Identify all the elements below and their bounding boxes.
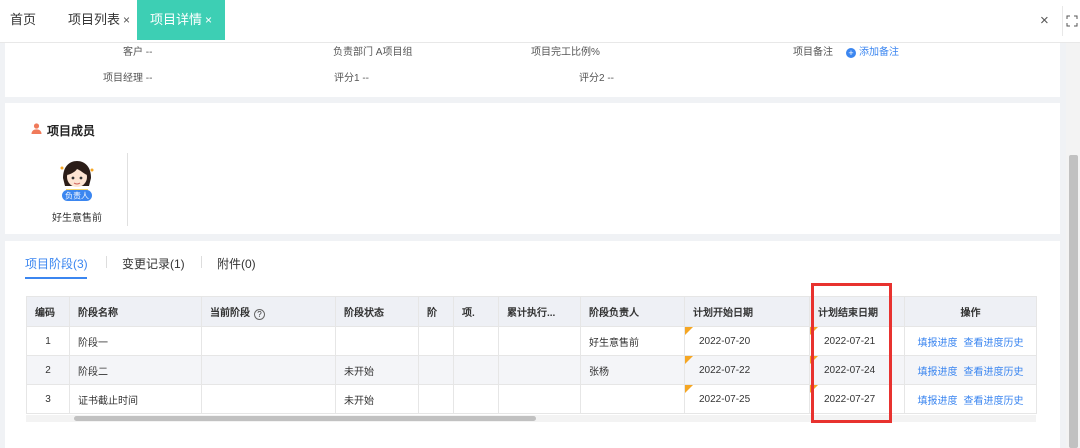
view-history-link[interactable]: 查看进度历史 xyxy=(964,367,1024,378)
cell-stage-name: 阶段二 xyxy=(69,355,202,385)
column-header[interactable]: 阶段负责人 xyxy=(580,296,685,327)
tab-project-list[interactable]: 项目列表 × xyxy=(68,0,130,40)
cell-start-date[interactable]: 2022-07-20 xyxy=(684,326,810,356)
cell xyxy=(453,326,499,356)
view-history-link[interactable]: 查看进度历史 xyxy=(964,396,1024,407)
scrollbar-thumb[interactable] xyxy=(74,416,536,421)
tab-bar: 首页 项目列表 × 项目详情 × × xyxy=(0,0,1080,43)
column-header[interactable]: 项. xyxy=(453,296,499,327)
cell-current xyxy=(201,326,336,356)
cell-status: 未开始 xyxy=(335,384,419,414)
cell-code: 3 xyxy=(26,384,70,414)
cell-actions: 填报进度 查看进度历史 xyxy=(904,355,1037,385)
tab-change-records[interactable]: 变更记录(1) xyxy=(122,255,185,272)
cell xyxy=(453,384,499,414)
customer-field: 客户 -- xyxy=(123,47,153,58)
close-all-icon[interactable]: × xyxy=(1040,12,1049,29)
department-field: 负责部门 A项目组 xyxy=(333,47,413,58)
cell-owner: 好生意售前 xyxy=(580,326,685,356)
cell-start-date[interactable]: 2022-07-25 xyxy=(684,384,810,414)
cell-current xyxy=(201,384,336,414)
fill-progress-link[interactable]: 填报进度 xyxy=(918,338,958,349)
vertical-scrollbar[interactable] xyxy=(1066,43,1080,448)
plus-icon: + xyxy=(846,48,856,58)
cell xyxy=(498,355,581,385)
column-header[interactable]: 当前阶段? xyxy=(201,296,336,327)
flag-marker xyxy=(685,356,693,364)
divider xyxy=(201,256,202,268)
cell-owner xyxy=(580,384,685,414)
scrollbar-thumb[interactable] xyxy=(1069,155,1078,448)
completion-field: 项目完工比例% xyxy=(531,47,600,58)
column-header[interactable]: 阶段名称 xyxy=(69,296,202,327)
divider xyxy=(127,153,128,226)
divider xyxy=(106,256,107,268)
column-header[interactable]: 阶段状态 xyxy=(335,296,419,327)
active-tab-indicator xyxy=(25,277,87,279)
member-name: 好生意售前 xyxy=(52,213,102,224)
cell xyxy=(418,326,454,356)
fullscreen-icon[interactable] xyxy=(1062,6,1080,36)
members-title: 项目成员 xyxy=(47,124,96,138)
tab-project-detail[interactable]: 项目详情 × xyxy=(137,0,225,40)
manager-field: 项目经理 -- xyxy=(103,73,153,84)
cell xyxy=(418,355,454,385)
tab-project-list-label: 项目列表 xyxy=(68,12,121,27)
column-header[interactable]: 累计执行... xyxy=(498,296,581,327)
cell xyxy=(498,384,581,414)
cell xyxy=(453,355,499,385)
owner-badge: 负责人 xyxy=(65,191,89,201)
column-header[interactable]: 计划开始日期 xyxy=(684,296,810,327)
member-avatar[interactable]: 负责人 xyxy=(54,156,100,202)
view-history-link[interactable]: 查看进度历史 xyxy=(964,338,1024,349)
highlight-box xyxy=(811,283,892,423)
flag-marker xyxy=(685,327,693,335)
add-note-label: 添加备注 xyxy=(859,47,899,58)
cell-status xyxy=(335,326,419,356)
score1-field: 评分1 -- xyxy=(334,73,369,84)
cell-code: 2 xyxy=(26,355,70,385)
column-header[interactable]: 编码 xyxy=(26,296,70,327)
fill-progress-link[interactable]: 填报进度 xyxy=(918,367,958,378)
project-info-panel: 客户 -- 负责部门 A项目组 项目完工比例% 项目备注 + 添加备注 项目经理 … xyxy=(5,43,1060,97)
tab-home[interactable]: 首页 xyxy=(10,0,36,40)
cell xyxy=(418,384,454,414)
cell-stage-name: 阶段一 xyxy=(69,326,202,356)
stages-panel: 项目阶段(3) 变更记录(1) 附件(0) 编码 阶段名称 当前阶段? 阶段状态… xyxy=(5,241,1060,448)
close-icon[interactable]: × xyxy=(205,13,212,27)
cell-current xyxy=(201,355,336,385)
cell-actions: 填报进度 查看进度历史 xyxy=(904,384,1037,414)
tab-attachments[interactable]: 附件(0) xyxy=(217,255,256,272)
column-header[interactable]: 阶 xyxy=(418,296,454,327)
cell xyxy=(498,326,581,356)
project-members-panel: 项目成员 负责人 好生意售前 xyxy=(5,103,1060,234)
add-note-button[interactable]: + 添加备注 xyxy=(846,43,899,58)
help-icon[interactable]: ? xyxy=(254,308,265,320)
column-header: 操作 xyxy=(904,296,1037,327)
cell-actions: 填报进度 查看进度历史 xyxy=(904,326,1037,356)
cell-code: 1 xyxy=(26,326,70,356)
fill-progress-link[interactable]: 填报进度 xyxy=(918,396,958,407)
score2-field: 评分2 -- xyxy=(579,73,614,84)
flag-marker xyxy=(685,385,693,393)
note-label: 项目备注 xyxy=(793,47,833,58)
tab-home-label: 首页 xyxy=(10,12,37,27)
cell-owner: 张杨 xyxy=(580,355,685,385)
tab-project-stages[interactable]: 项目阶段(3) xyxy=(25,255,88,272)
cell-status: 未开始 xyxy=(335,355,419,385)
tab-project-detail-label: 项目详情 xyxy=(149,12,202,27)
cell-start-date[interactable]: 2022-07-22 xyxy=(684,355,810,385)
close-icon[interactable]: × xyxy=(123,13,130,27)
cell-stage-name: 证书截止时间 xyxy=(69,384,202,414)
